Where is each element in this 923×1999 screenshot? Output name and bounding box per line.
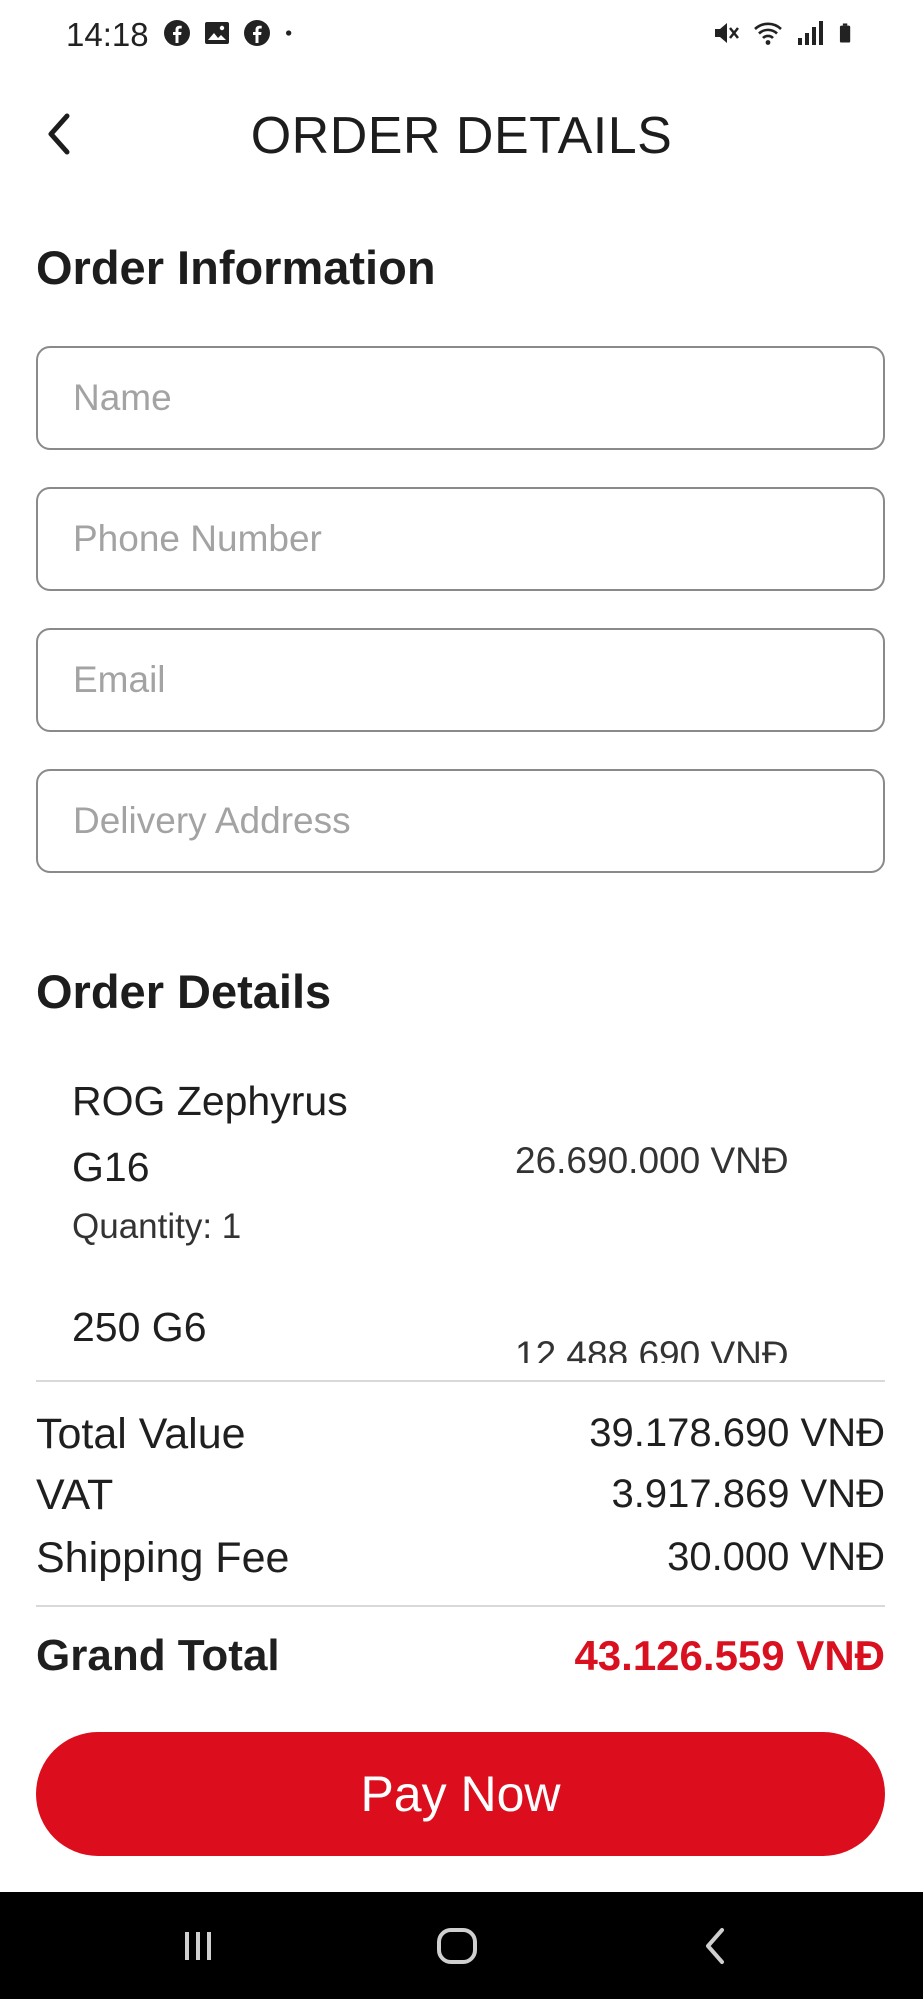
item-price: 12.488.690 VNĐ xyxy=(515,1334,789,1363)
name-field[interactable] xyxy=(36,346,885,450)
total-value-label: Total Value xyxy=(36,1410,246,1458)
item-quantity: Quantity: 1 xyxy=(72,1207,242,1246)
item-name: ROG Zephyrus G16 xyxy=(72,1078,348,1190)
pay-now-button[interactable]: Pay Now xyxy=(36,1732,885,1856)
signal-icon xyxy=(798,21,823,45)
wifi-icon xyxy=(754,22,782,45)
total-value: 39.178.690 VNĐ xyxy=(589,1411,885,1455)
order-information-title: Order Information xyxy=(36,241,436,294)
nav-back-button[interactable] xyxy=(684,1914,748,1978)
recent-apps-button[interactable] xyxy=(166,1914,230,1978)
order-details-title: Order Details xyxy=(36,965,332,1018)
shipping-fee-label: Shipping Fee xyxy=(36,1534,290,1582)
home-button[interactable] xyxy=(425,1914,489,1978)
divider xyxy=(36,1380,885,1382)
item-price: 26.690.000 VNĐ xyxy=(515,1140,789,1181)
page-title: ORDER DETAILS xyxy=(250,107,673,165)
vat-label: VAT xyxy=(36,1471,114,1519)
order-items-list[interactable]: ROG Zephyrus G16 Quantity: 1 26.690.000 … xyxy=(36,1050,885,1363)
navigation-bar xyxy=(0,1892,923,1999)
phone-number-field[interactable] xyxy=(36,487,885,591)
item-name: 250 G6 xyxy=(72,1304,207,1350)
system-icons xyxy=(711,18,859,48)
gallery-icon xyxy=(205,22,229,44)
vat-value: 3.917.869 VNĐ xyxy=(611,1472,885,1516)
header: ORDER DETAILS xyxy=(0,90,923,180)
divider xyxy=(36,1605,885,1607)
dot-icon xyxy=(286,30,292,36)
facebook-icon xyxy=(164,20,190,46)
recent-apps-icon xyxy=(185,1932,211,1960)
status-bar: 14:18 xyxy=(0,0,923,72)
back-icon xyxy=(706,1928,724,1964)
email-field[interactable] xyxy=(36,628,885,732)
battery-icon xyxy=(839,23,851,43)
shipping-fee-value: 30.000 VNĐ xyxy=(667,1535,885,1579)
facebook-icon xyxy=(244,20,270,46)
notification-icons xyxy=(162,18,302,48)
delivery-address-field[interactable] xyxy=(36,769,885,873)
status-time: 14:18 xyxy=(66,16,149,53)
grand-total-value: 43.126.559 VNĐ xyxy=(574,1632,885,1679)
mute-icon xyxy=(715,23,739,43)
grand-total-label: Grand Total xyxy=(36,1631,280,1680)
home-icon xyxy=(437,1928,477,1964)
